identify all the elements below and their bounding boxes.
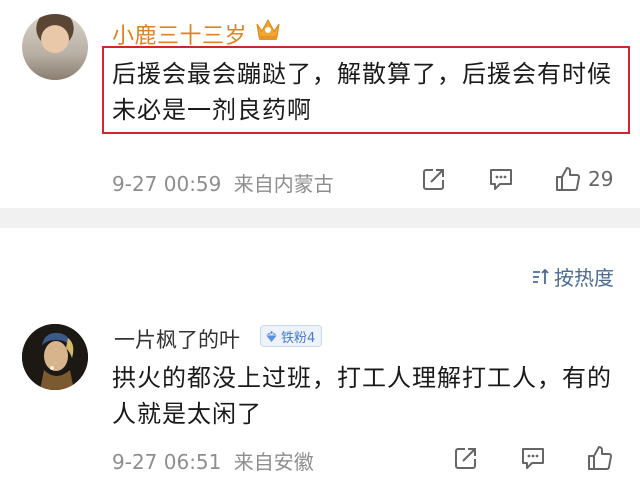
comment-text: 后援会最会蹦跶了，解散算了，后援会有时候未必是一剂良药啊: [112, 60, 612, 124]
avatar[interactable]: [22, 324, 88, 390]
sort-label: 按热度: [554, 266, 614, 290]
fan-badge: 铁粉4: [260, 325, 323, 347]
share-action[interactable]: [452, 444, 480, 472]
comment-icon[interactable]: [487, 165, 515, 193]
like-count: 29: [588, 167, 614, 191]
comment-location: 来自内蒙古: [233, 172, 334, 196]
comment-username[interactable]: 一片枫了的叶: [114, 324, 240, 354]
comment-item: 小鹿三十三岁 后援会最会蹦跶了，解散算了，后援会有时候未必是一剂良药啊 9-27…: [0, 0, 640, 208]
comment-icon[interactable]: [519, 444, 547, 472]
comment-meta: 9-27 00:59 来自内蒙古: [112, 168, 334, 197]
share-icon[interactable]: [420, 165, 448, 193]
sort-button[interactable]: 按热度: [530, 262, 614, 291]
fan-badge-label: 铁粉4: [281, 330, 316, 346]
comment-text: 拱火的都没上过班，打工人理解打工人，有的人就是太闲了: [112, 364, 612, 428]
thumbs-up-icon[interactable]: [586, 444, 614, 472]
comment-meta: 9-27 06:51 来自安徽: [112, 446, 314, 475]
sort-icon: [533, 268, 549, 284]
comment-action[interactable]: [487, 165, 515, 193]
section-divider: [0, 208, 640, 228]
comment-action[interactable]: [519, 444, 547, 472]
thumbs-up-icon[interactable]: [554, 165, 582, 193]
comment-timestamp: 9-27 00:59: [112, 172, 222, 196]
crown-icon: [256, 18, 280, 40]
comment-location: 来自安徽: [233, 450, 314, 474]
like-action[interactable]: 29: [554, 165, 613, 193]
like-action[interactable]: [586, 444, 614, 472]
avatar-image: [22, 324, 88, 390]
diamond-icon: [266, 330, 277, 342]
share-action[interactable]: [420, 165, 448, 193]
share-icon[interactable]: [452, 444, 480, 472]
avatar[interactable]: [22, 14, 88, 80]
comment-timestamp: 9-27 06:51: [112, 450, 222, 474]
